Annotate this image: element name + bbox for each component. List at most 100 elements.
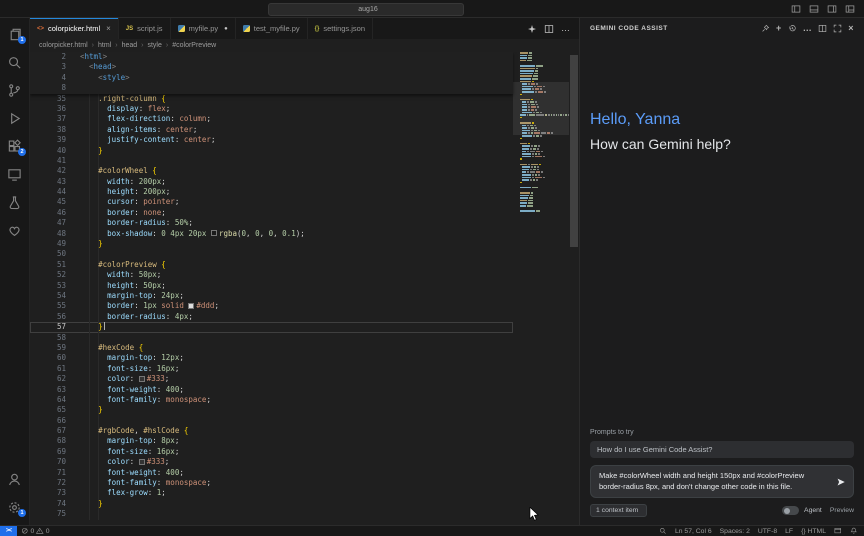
scrollbar[interactable] [569,52,579,525]
line-number[interactable]: 59 [30,343,66,353]
code-line-35[interactable]: 35 .right-column { [30,94,513,104]
line-number[interactable]: 56 [30,312,66,322]
line-number[interactable]: 74 [30,499,66,509]
line-number[interactable]: 66 [30,416,66,426]
line-number[interactable]: 46 [30,208,66,218]
line-number[interactable]: 42 [30,166,66,176]
line-number[interactable]: 75 [30,509,66,519]
agent-toggle[interactable] [782,506,800,515]
line-number[interactable]: 63 [30,385,66,395]
code-line-72[interactable]: 72 font-family: monospace; [30,478,513,488]
line-number[interactable]: 37 [30,114,66,124]
gemini-suggestion-chip[interactable]: How do I use Gemini Code Assist? [590,441,854,458]
line-number[interactable]: 51 [30,260,66,270]
color-swatch[interactable] [138,375,145,382]
status-language-mode[interactable]: {} HTML [797,526,830,536]
code-editor[interactable]: 2 <html> 3 <head> 4 <style> 8 35 .right-colu… [30,52,579,525]
line-number[interactable]: 50 [30,249,66,259]
code-line-44[interactable]: 44 height: 200px; [30,187,513,197]
activity-accounts[interactable] [0,466,29,492]
tab-settings.json[interactable]: {} settings.json [307,18,374,39]
line-number[interactable]: 64 [30,395,66,405]
line-number[interactable]: 47 [30,218,66,228]
line-number[interactable]: 58 [30,333,66,343]
activity-search[interactable] [0,49,29,75]
code-line-56[interactable]: 56 border-radius: 4px; [30,312,513,322]
code-line-67[interactable]: 67 #rgbCode, #hslCode { [30,426,513,436]
code-line-74[interactable]: 74 } [30,499,513,509]
breadcrumb-item[interactable]: style [147,42,161,49]
code-line-48[interactable]: 48 box-shadow: 0 4px 20px rgba(0, 0, 0, … [30,229,513,239]
line-number[interactable]: 43 [30,177,66,187]
tab-test_myfile.py[interactable]: test_myfile.py [235,18,308,39]
code-area[interactable]: 2 <html> 3 <head> 4 <style> 8 35 .right-colu… [30,52,513,525]
line-number[interactable]: 55 [30,301,66,311]
code-line-64[interactable]: 64 font-family: monospace; [30,395,513,405]
status-cursor-position[interactable]: Ln 57, Col 6 [671,526,716,536]
command-center[interactable]: aug16 [268,2,464,25]
code-line-43[interactable]: 43 width: 200px; [30,177,513,187]
code-line-59[interactable]: 59 #hexCode { [30,343,513,353]
line-number[interactable]: 53 [30,281,66,291]
line-number[interactable]: 48 [30,229,66,239]
code-line-49[interactable]: 49 } [30,239,513,249]
code-line-53[interactable]: 53 height: 50px; [30,281,513,291]
status-encoding[interactable]: UTF-8 [754,526,781,536]
code-line-68[interactable]: 68 margin-top: 8px; [30,436,513,446]
line-number[interactable]: 35 [30,94,66,104]
line-number[interactable]: 36 [30,104,66,114]
line-number[interactable]: 44 [30,187,66,197]
activity-remote-explorer[interactable] [0,161,29,187]
activity-settings[interactable]: 1 [0,494,29,520]
line-number[interactable]: 8 [30,83,66,93]
code-line-47[interactable]: 47 border-radius: 50%; [30,218,513,228]
activity-testing[interactable] [0,189,29,215]
code-lines[interactable]: 35 .right-column {36 display: flex; 37 fl… [30,93,513,520]
color-swatch[interactable] [138,458,145,465]
minimap[interactable] [513,52,569,525]
modified-dot-icon[interactable]: ● [224,26,228,32]
line-number[interactable]: 4 [30,73,66,83]
code-line-2[interactable]: 2 <html> [30,52,513,62]
code-line-66[interactable]: 66 [30,416,513,426]
activity-explorer[interactable]: 1 [0,21,29,47]
line-number[interactable]: 2 [30,52,66,62]
code-line-46[interactable]: 46 border: none; [30,208,513,218]
code-line-8[interactable]: 8 [30,83,513,93]
code-line-37[interactable]: 37 flex-direction: column; [30,114,513,124]
code-line-42[interactable]: 42 #colorWheel { [30,166,513,176]
code-line-40[interactable]: 40 } [30,146,513,156]
breadcrumb-item[interactable]: #colorPreview [172,42,216,49]
line-number[interactable]: 62 [30,374,66,384]
status-notifications[interactable] [846,526,862,536]
line-number[interactable]: 69 [30,447,66,457]
line-number[interactable]: 38 [30,125,66,135]
breadcrumb-item[interactable]: html [98,42,111,49]
code-line-38[interactable]: 38 align-items: center; [30,125,513,135]
code-line-50[interactable]: 50 [30,249,513,259]
line-number[interactable]: 61 [30,364,66,374]
activity-extensions[interactable]: 2 [0,133,29,159]
status-indentation[interactable]: Spaces: 2 [716,526,754,536]
line-number[interactable]: 73 [30,488,66,498]
code-line-54[interactable]: 54 margin-top: 24px; [30,291,513,301]
status-eol[interactable]: LF [781,526,797,536]
code-line-55[interactable]: 55 border: 1px solid #ddd; [30,301,513,311]
line-number[interactable]: 67 [30,426,66,436]
code-line-71[interactable]: 71 font-weight: 400; [30,468,513,478]
code-line-57[interactable]: 57 } [30,322,513,333]
breadcrumb-item[interactable]: head [122,42,138,49]
line-number[interactable]: 54 [30,291,66,301]
breadcrumb-item[interactable]: colorpicker.html [39,42,88,49]
line-number[interactable]: 49 [30,239,66,249]
line-number[interactable]: 40 [30,146,66,156]
code-line-3[interactable]: 3 <head> [30,62,513,72]
activity-run-debug[interactable] [0,105,29,131]
line-number[interactable]: 70 [30,457,66,467]
code-line-62[interactable]: 62 color: #333; [30,374,513,384]
code-line-51[interactable]: 51 #colorPreview { [30,260,513,270]
tab-colorpicker.html[interactable]: <> colorpicker.html × [30,18,119,39]
activity-gemini[interactable] [0,217,29,243]
code-line-36[interactable]: 36 display: flex; [30,104,513,114]
status-editor-preview[interactable] [830,526,846,536]
